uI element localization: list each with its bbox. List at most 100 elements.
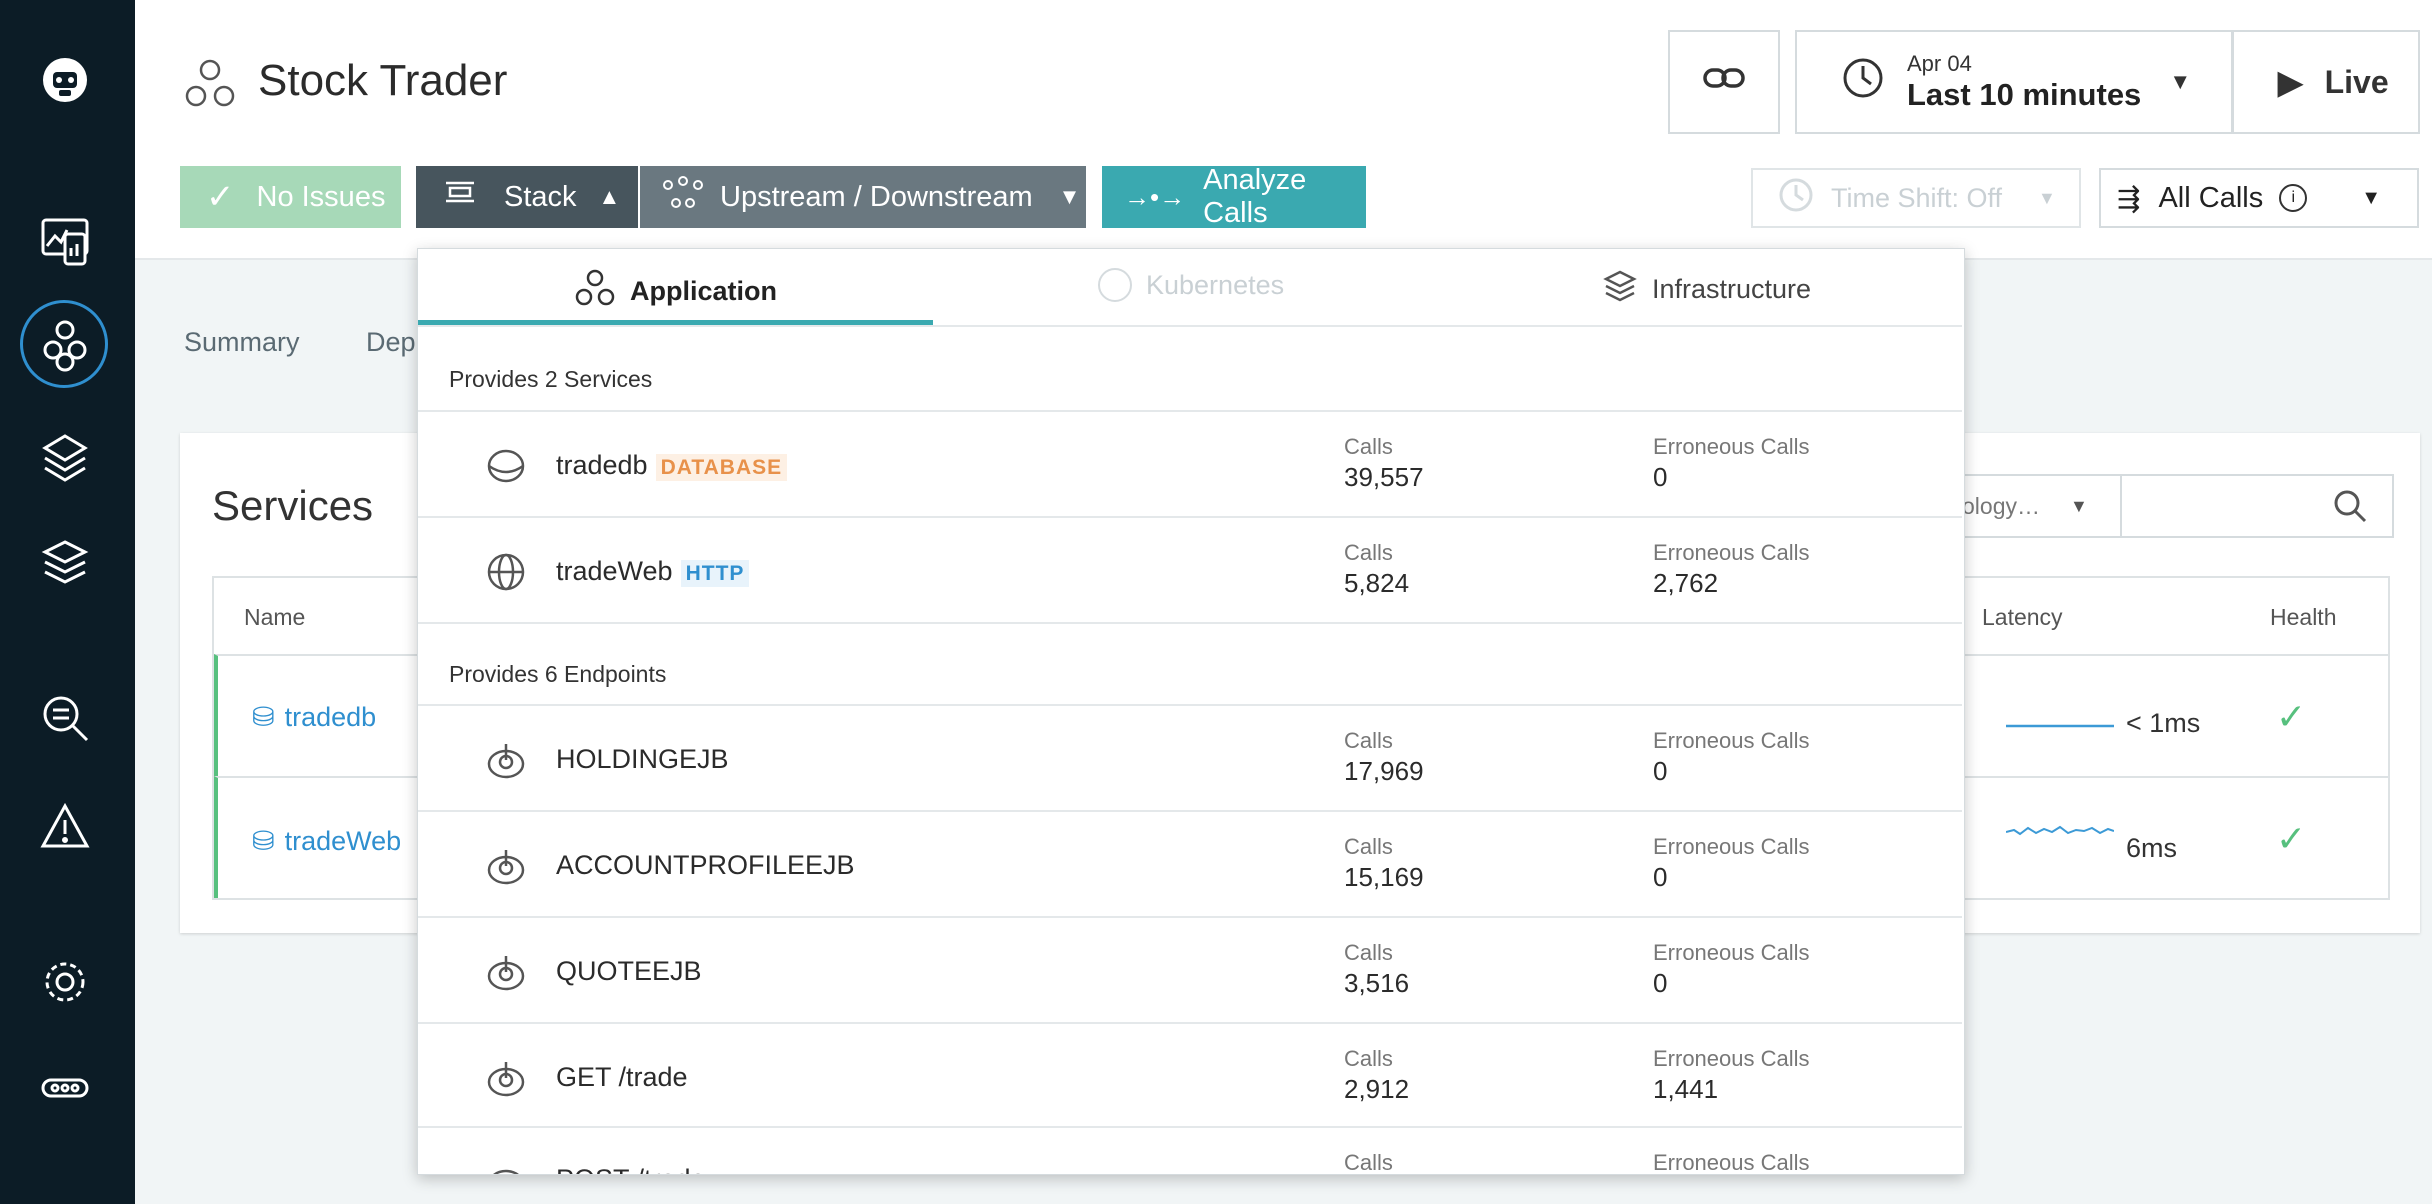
calls-filter-icon: ⇶ <box>2117 182 2141 214</box>
service-name: tradeWeb <box>556 556 673 586</box>
tab-dependencies[interactable]: Dep <box>366 327 416 358</box>
calls-value: 39,557 <box>1344 462 1424 492</box>
stack-icon <box>442 175 478 219</box>
calls-label: Calls <box>1344 728 1393 753</box>
infrastructure-icon <box>1602 268 1638 311</box>
endpoint-icon <box>487 744 525 779</box>
chevron-down-icon: ▼ <box>2038 187 2056 208</box>
clock-icon <box>1841 56 1885 108</box>
tab-infrastructure[interactable]: Infrastructure <box>1602 268 1811 311</box>
logo-robot-icon[interactable] <box>37 52 93 108</box>
active-tab-indicator <box>418 320 933 325</box>
info-icon: i <box>2279 184 2308 212</box>
filter-select[interactable]: ology… ▼ <box>1940 474 2126 538</box>
list-item[interactable]: QUOTEEJB Calls 3,516 Erroneous Calls 0 <box>418 916 1962 1022</box>
clock-icon <box>1777 176 1815 221</box>
settings-gear-icon[interactable] <box>37 954 93 1010</box>
list-item[interactable]: tradeWeb HTTP Calls 5,824 Erroneous Calls… <box>418 516 1962 622</box>
time-range-label: Last 10 minutes <box>1907 77 2142 112</box>
search-input[interactable] <box>2120 474 2394 538</box>
calls-value: 2,912 <box>1344 1074 1410 1104</box>
column-header-name[interactable]: Name <box>244 604 305 631</box>
stack-button[interactable]: Stack ▲ <box>416 166 638 228</box>
date-label: Apr 04 <box>1907 51 1972 76</box>
errors-value: 1,441 <box>1653 1074 1719 1104</box>
endpoint-icon <box>487 850 525 885</box>
checkmark-icon: ✓ <box>206 178 235 216</box>
calls-value: 5,824 <box>1344 568 1410 598</box>
no-issues-button[interactable]: ✓ No Issues <box>180 166 401 228</box>
list-item[interactable]: POST /trade Calls Erroneous Calls <box>418 1126 1962 1174</box>
infrastructure-icon[interactable] <box>37 536 93 592</box>
application-icon <box>574 268 616 315</box>
dashboard-icon[interactable] <box>37 212 93 268</box>
errors-label: Erroneous Calls <box>1653 834 1810 859</box>
applications-icon[interactable] <box>37 316 93 372</box>
search-icon <box>2332 488 2368 529</box>
page-title: Stock Trader <box>258 56 508 105</box>
application-icon <box>182 56 238 112</box>
copy-link-button[interactable] <box>1668 30 1780 134</box>
caret-up-icon: ▲ <box>598 184 621 209</box>
list-item[interactable]: GET /trade Calls 2,912 Erroneous Calls 1… <box>418 1022 1962 1128</box>
health-check-icon: ✓ <box>2276 818 2307 859</box>
upstream-downstream-button[interactable]: Upstream / Downstream ▼ <box>640 166 1086 228</box>
calls-label: Calls <box>1344 540 1393 565</box>
calls-label: Calls <box>1344 1046 1393 1071</box>
column-header-health[interactable]: Health <box>2270 604 2336 631</box>
kubernetes-icon <box>1098 268 1132 302</box>
calls-value: 17,969 <box>1344 756 1424 786</box>
tab-divider <box>418 325 1962 327</box>
errors-value: 0 <box>1653 462 1668 492</box>
chevron-down-icon: ▼ <box>1058 184 1081 209</box>
tab-kubernetes[interactable]: Kubernetes <box>1098 268 1284 302</box>
database-icon: ⛁ <box>252 702 275 732</box>
errors-label: Erroneous Calls <box>1653 434 1810 459</box>
endpoint-icon <box>492 1169 520 1174</box>
errors-value: 2,762 <box>1653 568 1719 598</box>
time-range-picker[interactable]: Apr 04 Last 10 minutes ▼ <box>1795 30 2233 134</box>
endpoint-name: POST /trade <box>556 1164 706 1174</box>
platforms-icon[interactable] <box>37 428 93 484</box>
list-item[interactable]: ACCOUNTPROFILEEJB Calls 15,169 Erroneous… <box>418 810 1962 916</box>
latency-value: 6ms <box>2126 833 2178 863</box>
list-item[interactable]: tradedb DATABASE Calls 39,557 Erroneous C… <box>418 410 1962 516</box>
errors-value: 0 <box>1653 862 1668 892</box>
type-badge: HTTP <box>680 560 750 587</box>
left-nav <box>0 0 135 1204</box>
errors-value: 0 <box>1653 968 1668 998</box>
calls-label: Calls <box>1344 940 1393 965</box>
service-name: tradedb <box>556 450 648 480</box>
link-icon <box>1702 64 1746 100</box>
errors-label: Erroneous Calls <box>1653 540 1810 565</box>
service-link-tradeweb[interactable]: ⛁ tradeWeb <box>252 826 401 857</box>
play-icon: ▶ <box>2278 64 2303 100</box>
service-link-tradedb[interactable]: ⛁ tradedb <box>252 702 376 733</box>
all-calls-select[interactable]: ⇶ All Calls i ▼ <box>2099 168 2419 228</box>
time-shift-select[interactable]: Time Shift: Off ▼ <box>1751 168 2081 228</box>
calls-value: 15,169 <box>1344 862 1424 892</box>
alert-icon[interactable] <box>37 798 93 854</box>
endpoint-name: QUOTEEJB <box>556 956 702 986</box>
health-check-icon: ✓ <box>2276 696 2307 737</box>
errors-label: Erroneous Calls <box>1653 940 1810 965</box>
endpoint-name: GET /trade <box>556 1062 688 1092</box>
analyze-search-icon[interactable] <box>37 690 93 746</box>
live-button[interactable]: ▶ Live <box>2232 30 2420 134</box>
globe-icon <box>487 553 525 591</box>
latency-value: < 1ms <box>2126 708 2201 738</box>
column-header-latency[interactable]: Latency <box>1982 604 2063 631</box>
chevron-down-icon: ▼ <box>2069 495 2088 516</box>
analyze-arrow-icon: →•→ <box>1124 181 1186 212</box>
latency-sparkline <box>2006 718 2114 732</box>
tab-application[interactable]: Application <box>574 268 777 315</box>
more-dots-icon[interactable] <box>37 1060 93 1116</box>
errors-value: 0 <box>1653 756 1668 786</box>
errors-label: Erroneous Calls <box>1653 728 1810 753</box>
tab-summary[interactable]: Summary <box>184 327 300 358</box>
analyze-calls-button[interactable]: →•→ Analyze Calls <box>1102 164 1366 229</box>
errors-label: Erroneous Calls <box>1653 1046 1810 1071</box>
calls-label: Calls <box>1344 1150 1393 1174</box>
calls-label: Calls <box>1344 434 1393 459</box>
list-item[interactable]: HOLDINGEJB Calls 17,969 Erroneous Calls … <box>418 704 1962 810</box>
